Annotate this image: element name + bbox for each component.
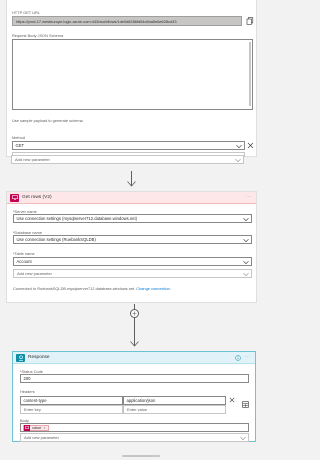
header-key-placeholder[interactable]: Enter key [20, 405, 123, 414]
table-mode-icon[interactable] [242, 401, 249, 408]
chevron-down-icon [242, 217, 249, 222]
sample-payload-link[interactable]: Use sample payload to generate schema [12, 118, 83, 123]
chevron-down-icon [242, 272, 249, 277]
status-code-input[interactable]: 200 [20, 374, 249, 383]
table-name-label: *Table name [13, 251, 35, 256]
schema-scrollbar[interactable] [249, 42, 251, 106]
schema-textarea[interactable] [12, 39, 253, 110]
response-header[interactable]: Response ··· [13, 352, 255, 364]
connection-text: Connected to RuebankSQLDB.mysqlserver712… [13, 286, 136, 291]
headers-label: Headers [20, 389, 35, 394]
close-icon[interactable] [229, 397, 235, 403]
chevron-down-icon [235, 144, 242, 149]
body-token-label: value [32, 425, 42, 430]
get-rows-header[interactable]: Get rows (V2) ··· [7, 192, 256, 204]
body-token[interactable]: value × [23, 424, 49, 431]
response-add-parameter[interactable]: Add new parameter [20, 433, 249, 442]
database-name-select[interactable]: Use connection settings (RuebankSQLDB) [13, 235, 252, 244]
get-rows-card: Get rows (V2) ··· *Server name Use conne… [6, 191, 257, 303]
change-connection-link[interactable]: Change connection. [136, 286, 171, 291]
connection-info: Connected to RuebankSQLDB.mysqlserver712… [13, 286, 171, 291]
chevron-down-icon [242, 260, 249, 265]
close-icon[interactable] [247, 142, 254, 149]
plus-circle-icon[interactable] [130, 309, 139, 318]
server-name-select[interactable]: Use connection settings (mysqlserver712.… [13, 214, 252, 223]
chevron-down-icon [234, 158, 241, 163]
header-value-input[interactable]: application/json [123, 396, 226, 405]
table-name-select[interactable]: Account [13, 257, 252, 266]
http-url-label: HTTP GET URL [12, 10, 40, 15]
header-key-input[interactable]: content-type [20, 396, 123, 405]
more-options-icon[interactable]: ··· [246, 194, 253, 200]
method-label: Method [12, 135, 25, 140]
http-add-parameter-field[interactable]: Add new parameter [11, 155, 244, 164]
header-value-placeholder[interactable]: Enter value [123, 405, 226, 414]
response-card: Response ··· *Status Code 200 Headers co… [12, 351, 256, 442]
sql-server-icon [10, 193, 19, 202]
chevron-down-icon [242, 238, 249, 243]
http-url-value: https://prod-17.westeurope.logic.azure.c… [16, 18, 177, 24]
response-icon [16, 353, 25, 362]
chevron-down-icon [239, 436, 246, 441]
body-input[interactable]: value × [20, 423, 249, 432]
method-select[interactable]: GET [12, 141, 245, 150]
remove-token-icon[interactable]: × [43, 426, 45, 430]
http-trigger-card: HTTP GET URL https://prod-17.westeurope.… [6, 0, 257, 160]
http-url-field[interactable]: https://prod-17.westeurope.logic.azure.c… [12, 16, 242, 26]
copy-icon[interactable] [246, 17, 254, 25]
info-icon[interactable] [235, 355, 241, 361]
response-title: Response [28, 355, 50, 360]
horizontal-scrollbar[interactable] [122, 455, 160, 457]
schema-label: Request Body JSON Schema [12, 33, 64, 38]
sql-server-icon [24, 424, 30, 431]
arrow-down-icon [127, 181, 136, 187]
get-rows-title: Get rows (V2) [22, 195, 52, 200]
arrow-down-icon [130, 341, 139, 347]
get-rows-add-parameter[interactable]: Add new parameter [13, 269, 252, 278]
method-value: GET [15, 143, 25, 148]
more-options-icon[interactable]: ··· [245, 354, 252, 360]
